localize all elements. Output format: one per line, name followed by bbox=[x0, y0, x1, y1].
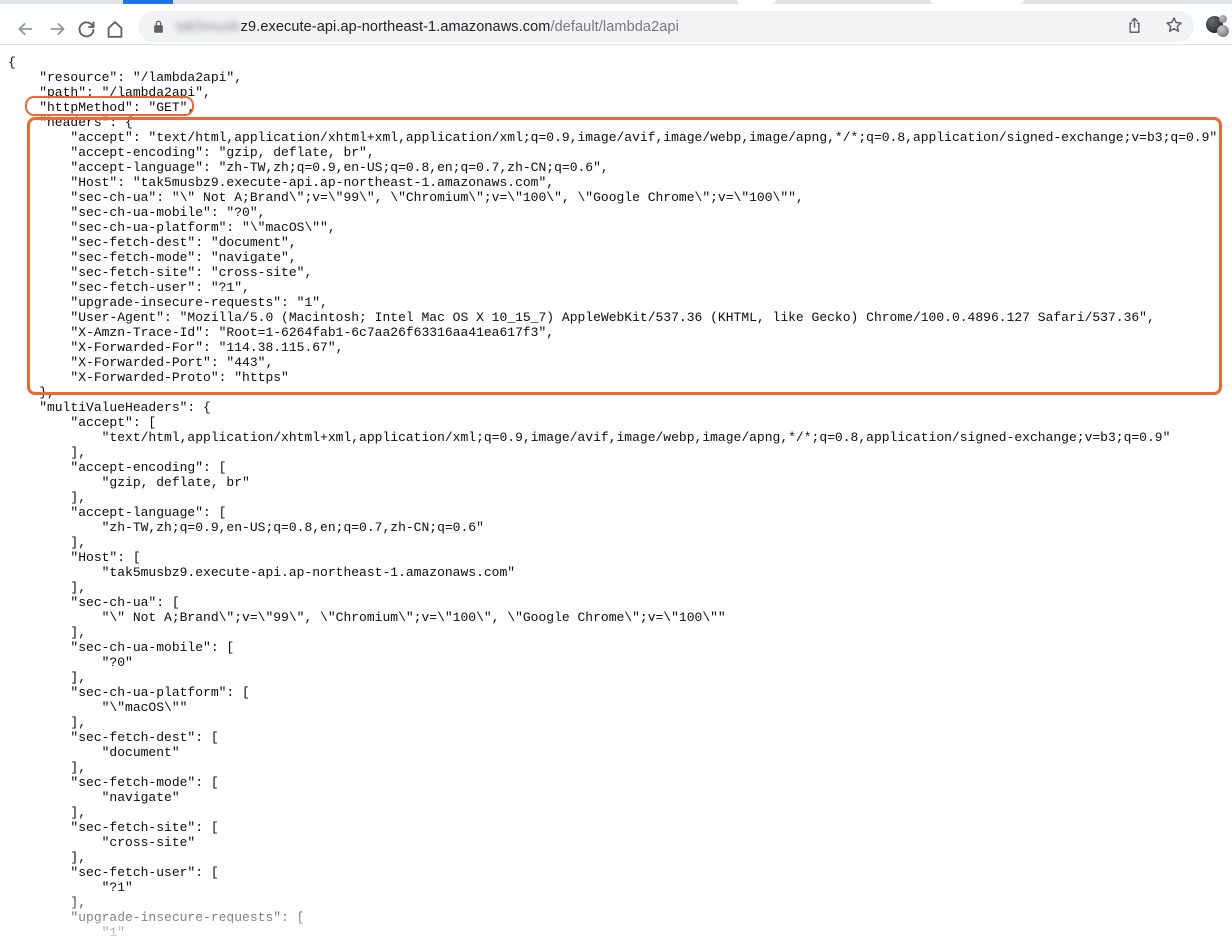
url-redacted-prefix: tak5musb bbox=[176, 18, 240, 35]
home-button[interactable] bbox=[102, 16, 128, 42]
back-arrow-icon bbox=[14, 18, 36, 40]
avatar-sphere bbox=[1217, 25, 1229, 37]
annotation-box-httpmethod bbox=[25, 96, 194, 116]
browser-window: tak5musbz9.execute-api.ap-northeast-1.am… bbox=[0, 0, 1232, 936]
url-path: /default/lambda2api bbox=[550, 18, 679, 35]
avatar-sphere bbox=[1219, 15, 1227, 23]
reload-icon bbox=[76, 19, 97, 40]
url-text: tak5musbz9.execute-api.ap-northeast-1.am… bbox=[176, 19, 679, 35]
bookmark-star-button[interactable] bbox=[1154, 11, 1194, 42]
reload-button[interactable] bbox=[73, 16, 99, 42]
url-host: z9.execute-api.ap-northeast-1.amazonaws.… bbox=[240, 18, 551, 35]
forward-button[interactable] bbox=[45, 16, 71, 42]
back-button[interactable] bbox=[12, 16, 38, 42]
address-bar[interactable]: tak5musbz9.execute-api.ap-northeast-1.am… bbox=[138, 11, 1194, 42]
forward-arrow-icon bbox=[47, 18, 69, 40]
omnibox-actions bbox=[1114, 11, 1194, 42]
share-icon bbox=[1125, 16, 1144, 38]
page-content: { "resource": "/lambda2api", "path": "/l… bbox=[0, 45, 1232, 936]
annotation-box-headers bbox=[27, 117, 1222, 395]
profile-avatar[interactable] bbox=[1205, 14, 1230, 39]
share-button[interactable] bbox=[1114, 11, 1154, 42]
star-icon bbox=[1164, 15, 1184, 38]
browser-toolbar: tak5musbz9.execute-api.ap-northeast-1.am… bbox=[0, 4, 1232, 45]
lock-icon[interactable] bbox=[151, 18, 166, 35]
home-icon bbox=[104, 18, 126, 40]
